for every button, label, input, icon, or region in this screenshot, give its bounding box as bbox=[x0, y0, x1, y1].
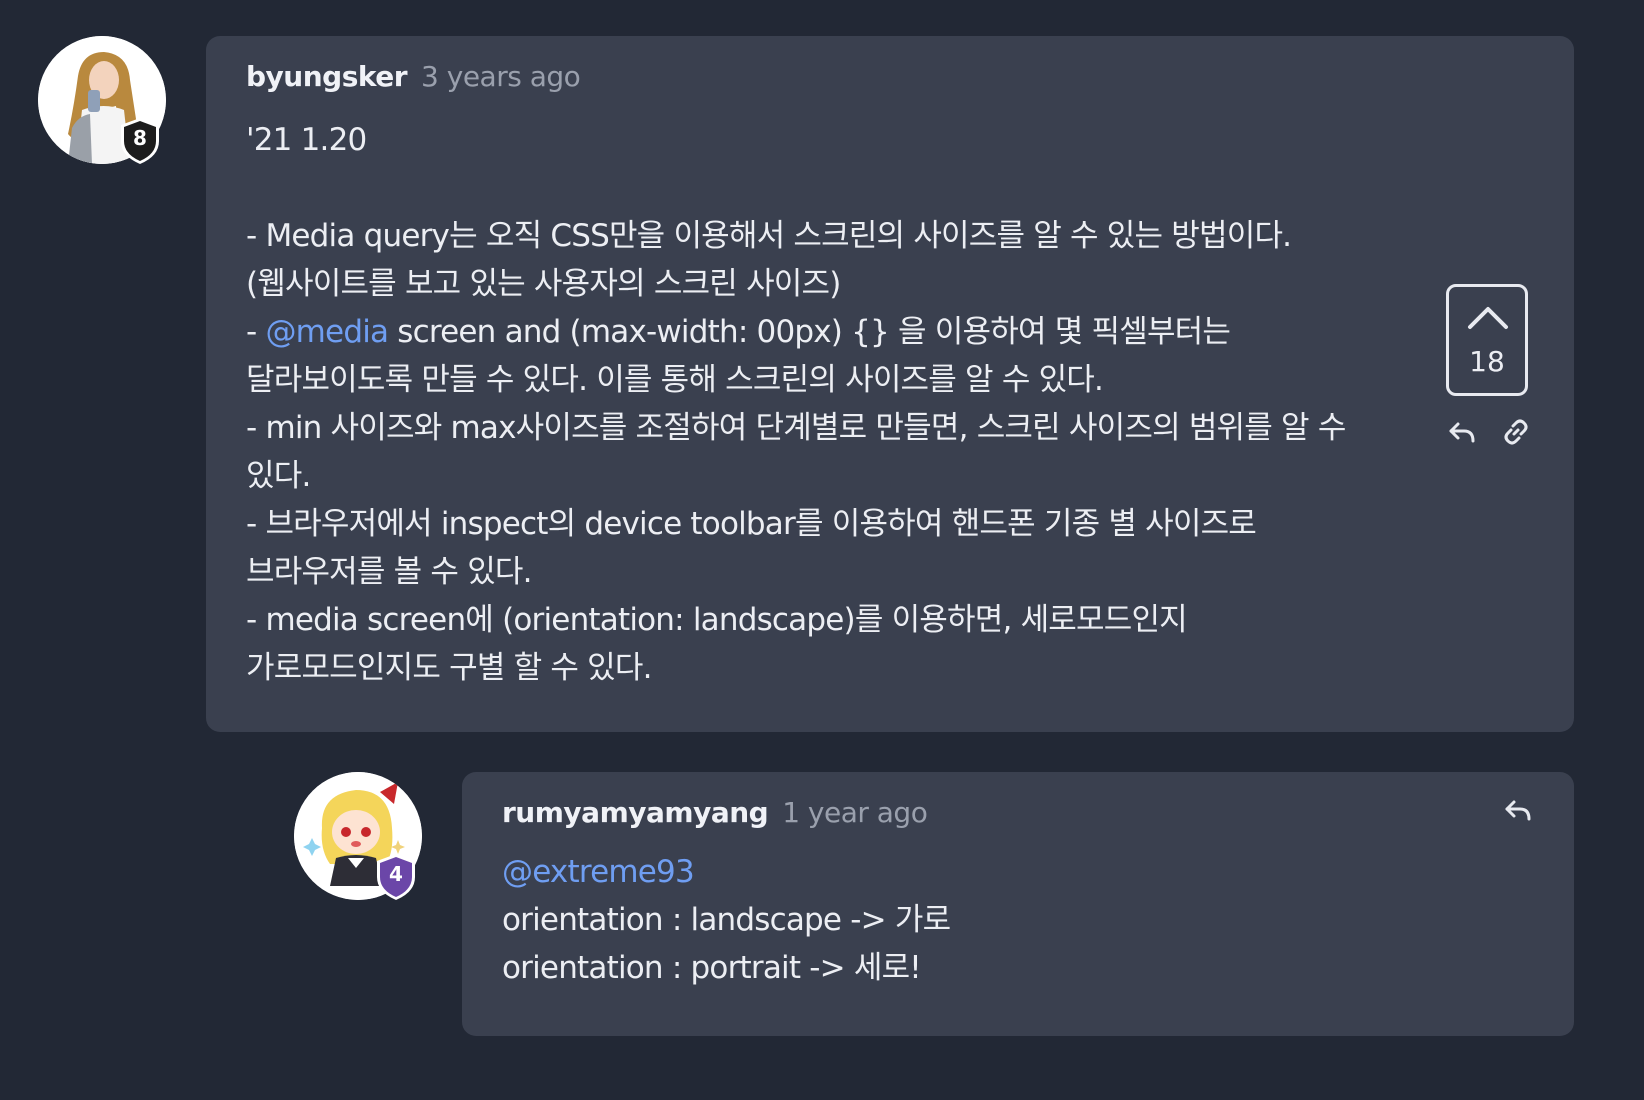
avatar[interactable]: 8 bbox=[38, 36, 166, 164]
mention-link[interactable]: @media bbox=[265, 314, 389, 350]
comment-author[interactable]: byungsker bbox=[246, 60, 408, 93]
comment-line: orientation : landscape -> 가로 bbox=[502, 902, 951, 938]
comment-line: - Media query는 오직 CSS만을 이용해서 스크린의 사이즈를 알… bbox=[246, 218, 1292, 254]
reply-button[interactable] bbox=[1446, 416, 1478, 448]
comment-card: byungsker 3 years ago '21 1.20 - Media qu… bbox=[206, 36, 1574, 732]
comment-line: - 브라우저에서 inspect의 device toolbar를 이용하여 핸… bbox=[246, 506, 1257, 542]
upvote-count: 18 bbox=[1469, 345, 1505, 378]
comment-line: 브라우저를 볼 수 있다. bbox=[246, 554, 533, 590]
level-badge: 8 bbox=[118, 116, 162, 166]
comment-line: 달라보이도록 만들 수 있다. 이를 통해 스크린의 사이즈를 알 수 있다. bbox=[246, 362, 1104, 398]
comment-line: 있다. bbox=[246, 458, 311, 494]
comment-timestamp[interactable]: 3 years ago bbox=[421, 60, 581, 93]
comment-line: orientation : portrait -> 세로! bbox=[502, 950, 922, 986]
line-text: screen and (max-width: 00px) {} 을 이용하여 몇… bbox=[388, 314, 1231, 350]
comment-timestamp[interactable]: 1 year ago bbox=[782, 796, 928, 829]
chevron-up-icon bbox=[1468, 307, 1508, 329]
reply-icon bbox=[1449, 422, 1475, 443]
comment-meta: rumyamyamyang 1 year ago bbox=[502, 796, 928, 829]
comment-body: '21 1.20 - Media query는 오직 CSS만을 이용해서 스크… bbox=[246, 116, 1366, 692]
comment-line: - media screen에 (orientation: landscape)… bbox=[246, 602, 1188, 638]
comment-line: @extreme93 bbox=[502, 848, 1622, 896]
reply-icon bbox=[1505, 800, 1531, 821]
upvote-button[interactable]: 18 bbox=[1446, 284, 1528, 396]
link-icon bbox=[1504, 419, 1528, 445]
copy-link-button[interactable] bbox=[1500, 416, 1532, 448]
comment-line: - min 사이즈와 max사이즈를 조절하여 단계별로 만들면, 스크린 사이… bbox=[246, 410, 1346, 446]
comment-line bbox=[246, 164, 1366, 212]
comment-line: '21 1.20 bbox=[246, 122, 367, 158]
badge-level-number: 4 bbox=[389, 862, 403, 886]
line-prefix: - bbox=[246, 314, 266, 350]
comment-meta: byungsker 3 years ago bbox=[246, 60, 581, 93]
comment-author[interactable]: rumyamyamyang bbox=[502, 796, 769, 829]
comment-line: (웹사이트를 보고 있는 사용자의 스크린 사이즈) bbox=[246, 266, 841, 302]
comment-body: @extreme93 orientation : landscape -> 가로… bbox=[502, 848, 1622, 992]
reply-button[interactable] bbox=[1502, 794, 1534, 826]
comment-line: - @media screen and (max-width: 00px) {}… bbox=[246, 308, 1366, 356]
level-badge: 4 bbox=[374, 852, 418, 902]
comment-line: 가로모드인지도 구별 할 수 있다. bbox=[246, 650, 652, 686]
mention-link[interactable]: @extreme93 bbox=[502, 854, 695, 890]
avatar[interactable]: 4 bbox=[294, 772, 422, 900]
reply-card: rumyamyamyang 1 year ago @extreme93 orien… bbox=[462, 772, 1574, 1036]
badge-level-number: 8 bbox=[133, 126, 147, 150]
